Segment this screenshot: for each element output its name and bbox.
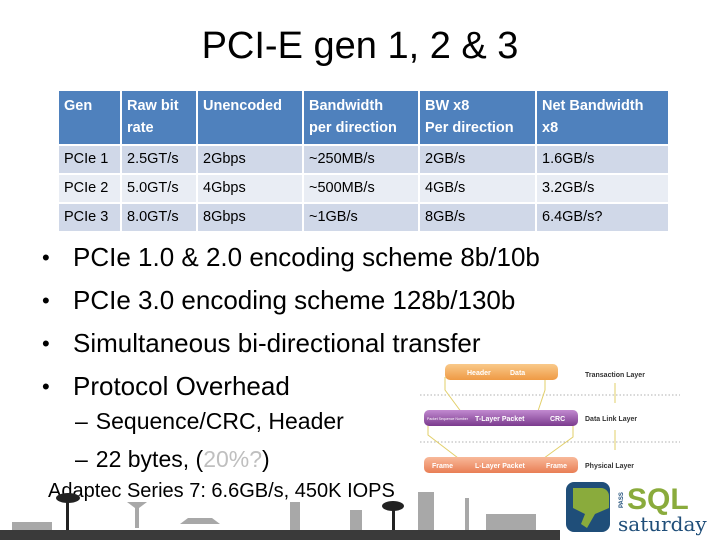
cell: ~1GB/s [304,204,418,231]
table-row: PCIe 1 2.5GT/s 2Gbps ~250MB/s 2GB/s 1.6G… [59,146,668,173]
tower [290,502,300,530]
datalink-layer-label: Data Link Layer [585,416,637,423]
bullet-icon: • [42,374,50,399]
header-text: Gen [64,98,93,114]
ground [0,530,560,540]
table-row: PCIe 3 8.0GT/s 8Gbps ~1GB/s 8GB/s 6.4GB/… [59,204,668,231]
cell: 5.0GT/s [122,175,196,202]
palm-tree [382,501,404,511]
pcie-layer-diagram: Header Data Transaction Layer Packet Seq… [420,364,680,473]
cell: 1.6GB/s [537,146,668,173]
l-layer-packet-label: L-Layer Packet [475,463,525,470]
palm-tree [56,493,80,503]
sub-bullet-item: – Sequence/CRC, Header [75,402,344,440]
pavilion [180,518,220,524]
transaction-layer-row: Header Data Transaction Layer [445,364,645,380]
header-net-bandwidth: Net Bandwidth x8 [537,91,668,144]
data-block-label: Data [510,370,525,377]
connector-line [537,377,546,412]
pass-label: PASS [619,492,625,508]
physical-layer-row: Frame L-Layer Packet Frame Physical Laye… [424,457,634,473]
physical-layer-label: Physical Layer [585,463,634,470]
cell: PCIe 2 [59,175,120,202]
header-text: Unencoded [203,98,282,114]
header-bw-x8: BW x8 Per direction [420,91,535,144]
pcie-spec-table: Gen Raw bit rate Unencoded Bandwidth per d… [57,89,670,233]
saturday-label: saturday [618,512,707,536]
sub-bullet-note: 20%? [203,446,263,472]
palm-tree [66,498,69,532]
cell: 8GB/s [420,204,535,231]
sql-saturday-logo: PASS SQL saturday [566,482,707,536]
dash-icon: – [75,446,88,472]
cell: 4Gbps [198,175,302,202]
header-bandwidth-per-direction: Bandwidth per direction [304,91,418,144]
sequence-number-label: Packet Sequence Number [427,417,469,421]
header-raw-bit-rate: Raw bit rate [122,91,196,144]
cell: 3.2GB/s [537,175,668,202]
skyline-buildings [12,492,536,532]
cell: 8Gbps [198,204,302,231]
sub-bullet-tail: ) [262,446,270,472]
cell: 2GB/s [420,146,535,173]
cell: PCIe 1 [59,146,120,173]
bullet-icon: • [42,288,50,313]
crc-label: CRC [550,416,565,423]
cell: 8.0GT/s [122,204,196,231]
frame-end-label: Frame [546,463,567,470]
cell: ~250MB/s [304,146,418,173]
header-text: per direction [309,120,397,136]
cell: ~500MB/s [304,175,418,202]
bullet-item: • PCIe 1.0 & 2.0 encoding scheme 8b/10b [40,236,540,279]
header-text: Bandwidth [309,98,384,114]
header-text: Raw bit [127,98,179,114]
table-header-row: Gen Raw bit rate Unencoded Bandwidth per d… [59,91,668,144]
header-block-label: Header [467,370,491,377]
cell: PCIe 3 [59,204,120,231]
header-text: Per direction [425,120,514,136]
cell: 6.4GB/s? [537,204,668,231]
header-text: BW x8 [425,98,470,114]
table-row: PCIe 2 5.0GT/s 4Gbps ~500MB/s 4GB/s 3.2G… [59,175,668,202]
header-gen: Gen [59,91,120,144]
tv-tower [465,498,469,530]
bullet-text: PCIe 3.0 encoding scheme 128b/130b [73,285,516,315]
transaction-layer-label: Transaction Layer [585,372,645,379]
dash-icon: – [75,408,88,434]
header-text: Net Bandwidth [542,98,644,114]
bullet-text: Protocol Overhead [73,371,290,401]
header-unencoded: Unencoded [198,91,302,144]
datalink-layer-row: Packet Sequence Number T-Layer Packet CR… [424,410,637,426]
water-tower [127,502,147,528]
cell: 2.5GT/s [122,146,196,173]
fort [486,514,536,530]
bullet-text: Simultaneous bi-directional transfer [73,328,481,358]
sub-bullet-item: –22 bytes, (20%?) [75,440,344,478]
header-text: rate [127,120,154,136]
bullet-icon: • [42,331,50,356]
cell: 2Gbps [198,146,302,173]
header-text: x8 [542,120,559,136]
sub-bullet-list: – Sequence/CRC, Header –22 bytes, (20%?) [75,402,344,478]
building [350,510,362,530]
sub-bullet-text: 22 bytes, ( [95,446,204,472]
cell: 4GB/s [420,175,535,202]
slide-title: PCI-E gen 1, 2 & 3 [201,25,519,67]
t-layer-packet-label: T-Layer Packet [475,416,525,423]
bullet-item: • PCIe 3.0 encoding scheme 128b/130b [40,279,540,322]
city-skyline-decoration [0,492,560,540]
transaction-packet [445,364,558,380]
sub-bullet-text: Sequence/CRC, Header [95,408,344,434]
bullet-text: PCIe 1.0 & 2.0 encoding scheme 8b/10b [73,242,540,272]
bullet-icon: • [42,245,50,270]
frame-start-label: Frame [432,463,453,470]
kingdom-tower [418,492,434,530]
